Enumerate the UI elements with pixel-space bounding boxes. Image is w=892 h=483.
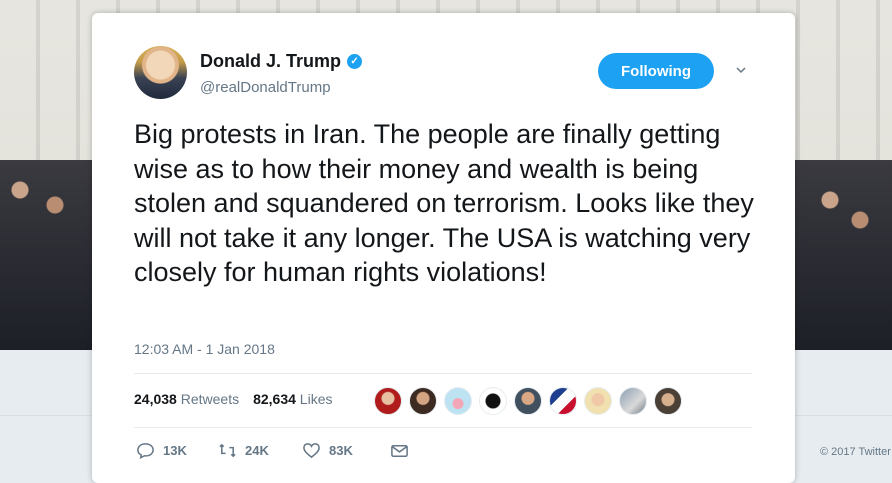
- liker-avatar[interactable]: [479, 387, 507, 415]
- chevron-down-icon[interactable]: [736, 65, 746, 75]
- liker-avatar[interactable]: [619, 387, 647, 415]
- tweet-text: Big protests in Iran. The people are fin…: [134, 119, 754, 287]
- tweet-stats: 24,038 Retweets 82,634 Likes: [134, 391, 332, 407]
- divider: [134, 373, 752, 374]
- reply-count: 13K: [163, 443, 187, 458]
- liked-by-avatars: [374, 387, 682, 415]
- retweets-label: Retweets: [180, 391, 240, 407]
- retweets-count: 24,038: [134, 391, 177, 407]
- following-button[interactable]: Following: [598, 53, 714, 89]
- liker-avatar[interactable]: [514, 387, 542, 415]
- likes-label: Likes: [299, 391, 333, 407]
- retweets-stat[interactable]: 24,038 Retweets: [134, 391, 239, 407]
- copyright-text: © 2017 Twitter: [820, 446, 891, 458]
- liker-avatar[interactable]: [374, 387, 402, 415]
- direct-message-button[interactable]: [390, 441, 409, 460]
- liker-avatar[interactable]: [654, 387, 682, 415]
- retweet-button[interactable]: 24K: [218, 441, 302, 460]
- tweet-actions: 13K 24K 83K: [136, 441, 409, 460]
- heart-icon: [303, 443, 320, 459]
- like-button[interactable]: 83K: [302, 441, 390, 460]
- author-handle[interactable]: @realDonaldTrump: [200, 79, 331, 96]
- author-name-row: Donald J. Trump ✓: [200, 51, 363, 72]
- like-count: 83K: [329, 443, 353, 458]
- retweet-icon: [219, 443, 236, 458]
- liker-avatar[interactable]: [584, 387, 612, 415]
- tweet-timestamp[interactable]: 12:03 AM - 1 Jan 2018: [134, 341, 275, 357]
- author-name[interactable]: Donald J. Trump: [200, 51, 341, 72]
- liker-avatar[interactable]: [409, 387, 437, 415]
- liker-avatar[interactable]: [444, 387, 472, 415]
- envelope-icon: [391, 444, 408, 457]
- reply-button[interactable]: 13K: [136, 441, 218, 460]
- verified-badge-icon: ✓: [347, 54, 363, 69]
- divider: [134, 427, 752, 428]
- liker-avatar[interactable]: [549, 387, 577, 415]
- likes-stat[interactable]: 82,634 Likes: [253, 391, 332, 407]
- likes-count: 82,634: [253, 391, 296, 407]
- tweet-card: Donald J. Trump ✓ @realDonaldTrump Follo…: [92, 13, 795, 483]
- author-avatar[interactable]: [134, 46, 187, 99]
- reply-icon: [137, 443, 154, 459]
- retweet-count: 24K: [245, 443, 269, 458]
